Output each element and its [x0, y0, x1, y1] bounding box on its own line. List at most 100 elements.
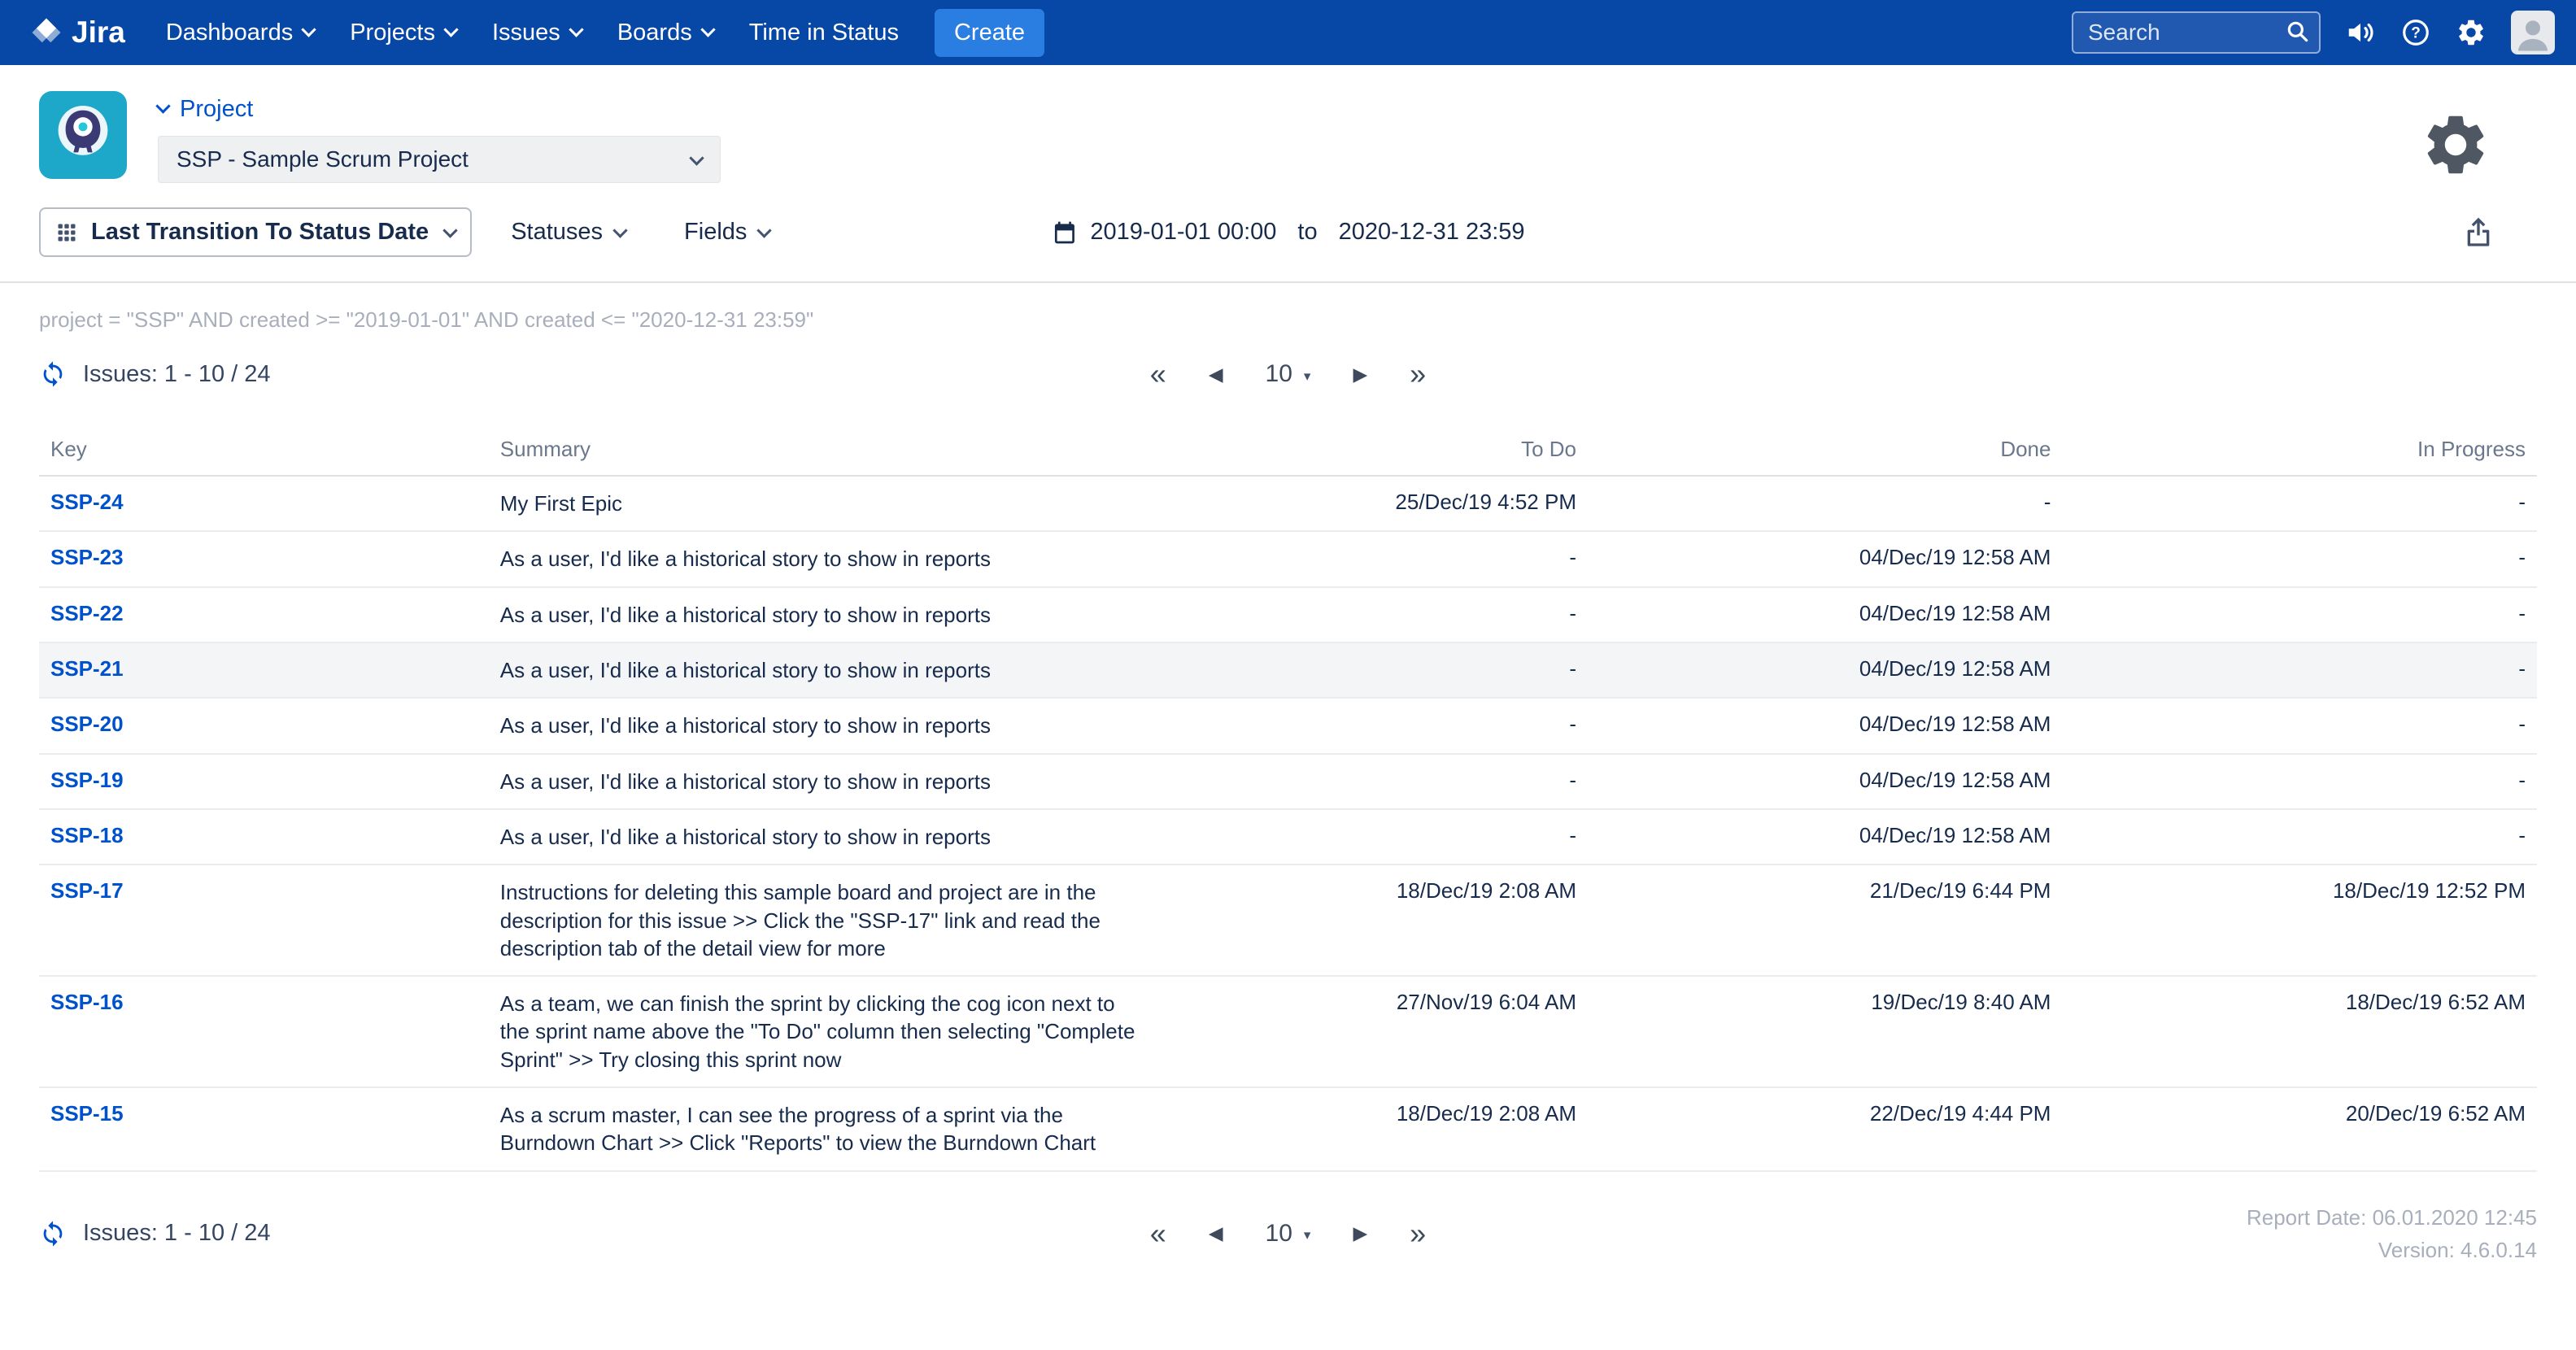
inprogress-date: - — [2062, 587, 2537, 642]
chevron-down-icon — [757, 223, 772, 237]
report-version: Version: 4.6.0.14 — [2247, 1234, 2537, 1266]
caret-down-icon: ▾ — [1304, 364, 1311, 385]
todo-date: - — [1313, 754, 1588, 809]
nav-item-label: Boards — [617, 20, 692, 46]
export-button[interactable] — [2462, 216, 2495, 249]
done-date: - — [1588, 476, 2062, 531]
issue-key-link[interactable]: SSP-19 — [50, 768, 124, 792]
chevron-down-icon — [155, 98, 170, 113]
next-page-button[interactable]: ▶ — [1353, 364, 1367, 385]
prev-page-button[interactable]: ◀ — [1209, 364, 1223, 385]
refresh-icon — [39, 360, 67, 388]
column-header-key: Key — [39, 416, 489, 476]
prev-page-button[interactable]: ◀ — [1209, 1222, 1223, 1244]
first-page-button[interactable]: « — [1150, 357, 1166, 391]
table-header-row: Key Summary To Do Done In Progress — [39, 416, 2537, 476]
nav-item-boards[interactable]: Boards — [599, 0, 731, 65]
nav-item-issues[interactable]: Issues — [474, 0, 599, 65]
chevron-down-icon — [689, 150, 704, 165]
issue-key-link[interactable]: SSP-15 — [50, 1101, 124, 1126]
table-row: SSP-19 As a user, I'd like a historical … — [39, 754, 2537, 809]
nav-item-dashboards[interactable]: Dashboards — [148, 0, 332, 65]
page-size-select[interactable]: 10 ▾ — [1266, 1220, 1311, 1248]
project-select[interactable]: SSP - Sample Scrum Project — [158, 136, 721, 183]
issue-key-link[interactable]: SSP-21 — [50, 656, 124, 681]
done-date: 21/Dec/19 6:44 PM — [1588, 864, 2062, 976]
project-section-toggle[interactable]: Project — [158, 96, 721, 123]
project-label: Project — [180, 96, 253, 123]
issue-summary: As a user, I'd like a historical story t… — [500, 712, 1143, 739]
table-row: SSP-24 My First Epic 25/Dec/19 4:52 PM -… — [39, 476, 2537, 531]
refresh-button[interactable] — [39, 1220, 67, 1248]
report-info: Report Date: 06.01.2020 12:45 Version: 4… — [2247, 1201, 2537, 1267]
statuses-dropdown[interactable]: Statuses — [511, 219, 625, 246]
issue-key-link[interactable]: SSP-22 — [50, 601, 124, 625]
table-row: SSP-17 Instructions for deleting this sa… — [39, 864, 2537, 976]
issues-summary-group: Issues: 1 - 10 / 24 — [39, 1220, 271, 1248]
search-box — [2072, 11, 2321, 54]
last-page-button[interactable]: » — [1410, 357, 1426, 391]
issue-summary: As a team, we can finish the sprint by c… — [500, 990, 1143, 1073]
table-row: SSP-16 As a team, we can finish the spri… — [39, 976, 2537, 1087]
report-settings-button[interactable] — [2420, 109, 2491, 181]
nav-item-label: Issues — [492, 20, 560, 46]
page-size-value: 10 — [1266, 360, 1292, 388]
user-avatar[interactable] — [2511, 11, 2555, 54]
todo-date: 27/Nov/19 6:04 AM — [1313, 976, 1588, 1087]
todo-date: - — [1313, 531, 1588, 586]
next-page-button[interactable]: ▶ — [1353, 1222, 1367, 1244]
date-from: 2019-01-01 00:00 — [1090, 219, 1276, 246]
fields-dropdown[interactable]: Fields — [684, 219, 769, 246]
issue-key-link[interactable]: SSP-16 — [50, 990, 124, 1014]
nav-item-label: Projects — [350, 20, 435, 46]
inprogress-date: - — [2062, 531, 2537, 586]
done-date: 04/Dec/19 12:58 AM — [1588, 698, 2062, 753]
feedback-button[interactable] — [2345, 17, 2376, 48]
table-row: SSP-21 As a user, I'd like a historical … — [39, 642, 2537, 698]
inprogress-date: 20/Dec/19 6:52 AM — [2062, 1087, 2537, 1171]
settings-button[interactable] — [2456, 17, 2487, 48]
issue-key-link[interactable]: SSP-20 — [50, 712, 124, 736]
issues-bar-top: Issues: 1 - 10 / 24 « ◀ 10 ▾ ▶ » — [0, 338, 2576, 411]
done-date: 04/Dec/19 12:58 AM — [1588, 754, 2062, 809]
table-row: SSP-22 As a user, I'd like a historical … — [39, 587, 2537, 642]
issues-summary-group: Issues: 1 - 10 / 24 — [39, 360, 271, 388]
todo-date: 25/Dec/19 4:52 PM — [1313, 476, 1588, 531]
inprogress-date: - — [2062, 642, 2537, 698]
export-icon — [2462, 216, 2495, 249]
report-type-button[interactable]: Last Transition To Status Date — [39, 207, 472, 257]
nav-item-time-in-status[interactable]: Time in Status — [731, 0, 917, 65]
refresh-button[interactable] — [39, 360, 67, 388]
issue-key-link[interactable]: SSP-23 — [50, 545, 124, 569]
first-page-button[interactable]: « — [1150, 1217, 1166, 1251]
column-header-done: Done — [1588, 416, 2062, 476]
page-size-select[interactable]: 10 ▾ — [1266, 360, 1311, 388]
nav-right: ? — [2072, 11, 2555, 54]
gear-icon — [2456, 17, 2487, 48]
issue-key-link[interactable]: SSP-24 — [50, 490, 124, 514]
report-type-label: Last Transition To Status Date — [91, 219, 429, 246]
issue-key-link[interactable]: SSP-18 — [50, 823, 124, 847]
done-date: 04/Dec/19 12:58 AM — [1588, 587, 2062, 642]
done-date: 04/Dec/19 12:58 AM — [1588, 642, 2062, 698]
chevron-down-icon — [443, 223, 458, 237]
issue-summary: As a user, I'd like a historical story t… — [500, 823, 1143, 851]
search-input[interactable] — [2072, 11, 2321, 54]
last-page-button[interactable]: » — [1410, 1217, 1426, 1251]
issue-key-link[interactable]: SSP-17 — [50, 878, 124, 903]
done-date: 04/Dec/19 12:58 AM — [1588, 531, 2062, 586]
report-date: Report Date: 06.01.2020 12:45 — [2247, 1201, 2537, 1234]
create-button[interactable]: Create — [935, 9, 1044, 57]
help-button[interactable]: ? — [2400, 17, 2431, 48]
page-size-value: 10 — [1266, 1220, 1292, 1248]
brand-name: Jira — [72, 15, 125, 50]
issues-table: Key Summary To Do Done In Progress SSP-2… — [39, 416, 2537, 1172]
jira-logo-icon — [29, 15, 63, 50]
jira-logo[interactable]: Jira — [29, 15, 125, 50]
issues-summary: Issues: 1 - 10 / 24 — [83, 1220, 271, 1247]
chevron-down-icon — [569, 22, 583, 37]
nav-item-projects[interactable]: Projects — [332, 0, 474, 65]
date-range-picker[interactable]: 2019-01-01 00:00 to 2020-12-31 23:59 — [1051, 219, 1524, 246]
chevron-down-icon — [700, 22, 715, 37]
inprogress-date: - — [2062, 698, 2537, 753]
